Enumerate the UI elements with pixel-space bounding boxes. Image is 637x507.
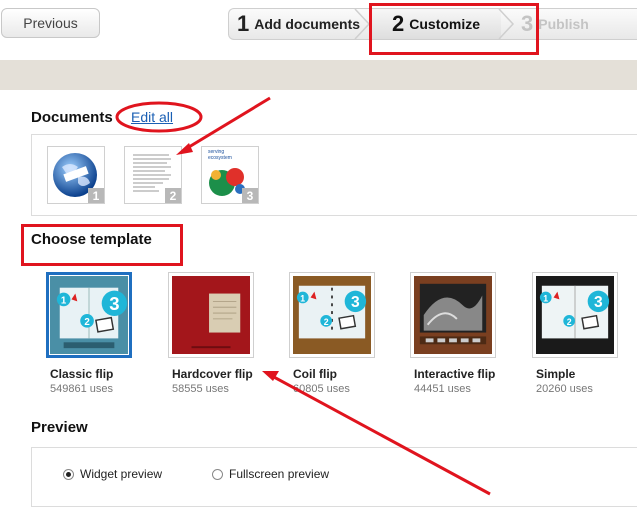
widget-preview-option[interactable]: Widget preview — [63, 467, 162, 481]
radio-label: Fullscreen preview — [229, 467, 330, 481]
classic-flip-preview-icon: 1 2 3 — [50, 276, 128, 354]
interactive-flip-preview-icon — [414, 276, 492, 354]
svg-text:2: 2 — [84, 317, 90, 328]
document-thumbnail[interactable]: 2 — [124, 146, 182, 204]
template-uses: 58555 uses — [172, 383, 229, 395]
template-hardcover-flip[interactable] — [168, 272, 254, 358]
svg-text:1: 1 — [61, 295, 67, 306]
annotation-box-choose-template — [21, 224, 183, 266]
svg-text:3: 3 — [109, 293, 119, 314]
template-simple[interactable]: 1 2 3 — [532, 272, 618, 358]
svg-text:2: 2 — [324, 317, 329, 327]
annotation-box-customize — [369, 3, 539, 55]
step-add-documents[interactable]: 1 Add documents — [237, 9, 360, 39]
document-number: 3 — [242, 188, 258, 203]
documents-panel — [31, 134, 637, 216]
template-name: Coil flip — [293, 367, 337, 381]
document-number: 1 — [88, 188, 104, 203]
svg-text:2: 2 — [567, 317, 572, 327]
hardcover-flip-preview-icon — [172, 276, 250, 354]
radio-button[interactable] — [212, 468, 223, 480]
document-number: 2 — [165, 188, 181, 203]
step-label: Add documents — [254, 16, 361, 32]
template-uses: 60805 uses — [293, 383, 350, 395]
document-caption: serving ecosystem — [208, 149, 232, 161]
coil-flip-preview-icon: 1 2 3 — [293, 276, 371, 354]
previous-button[interactable]: Previous — [1, 8, 100, 38]
fullscreen-preview-option[interactable]: Fullscreen preview — [212, 467, 329, 481]
template-uses: 44451 uses — [414, 383, 471, 395]
template-coil-flip[interactable]: 1 2 3 — [289, 272, 375, 358]
template-name: Classic flip — [50, 367, 114, 381]
toolbar-band — [0, 60, 637, 90]
simple-preview-icon: 1 2 3 — [536, 276, 614, 354]
template-uses: 549861 uses — [50, 383, 113, 395]
radio-button-checked[interactable] — [63, 468, 74, 480]
svg-text:3: 3 — [351, 294, 360, 311]
svg-text:3: 3 — [594, 294, 603, 311]
step-label: Publish — [538, 16, 589, 32]
svg-text:1: 1 — [543, 293, 548, 303]
preview-title: Preview — [31, 419, 88, 436]
template-interactive-flip[interactable] — [410, 272, 496, 358]
template-uses: 20260 uses — [536, 383, 593, 395]
template-classic-flip[interactable]: 1 2 3 — [46, 272, 132, 358]
template-name: Interactive flip — [414, 367, 496, 381]
svg-text:1: 1 — [300, 293, 305, 303]
documents-title: Documents — [31, 109, 113, 126]
radio-label: Widget preview — [80, 467, 163, 481]
document-thumbnail[interactable]: serving ecosystem 3 — [201, 146, 259, 204]
document-thumbnail[interactable]: 1 — [47, 146, 105, 204]
template-name: Hardcover flip — [172, 367, 253, 381]
template-name: Simple — [536, 367, 576, 381]
step-number: 1 — [237, 11, 250, 36]
edit-all-link[interactable]: Edit all — [131, 109, 173, 125]
